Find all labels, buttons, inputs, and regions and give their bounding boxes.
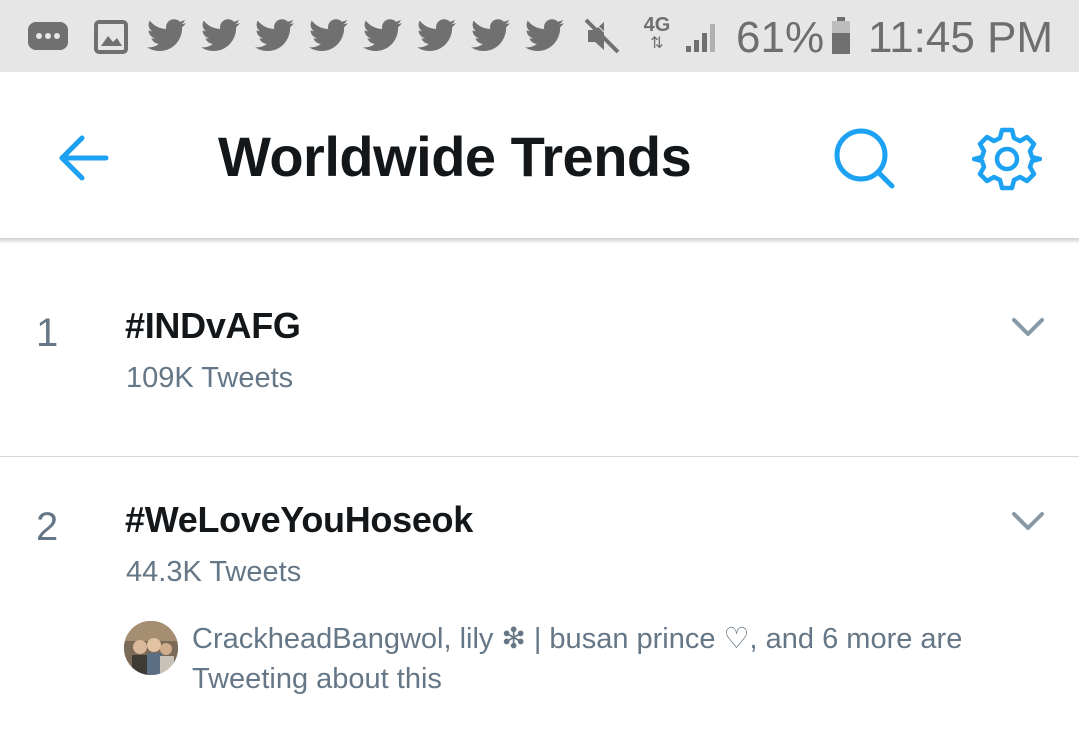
signal-icon bbox=[686, 24, 715, 52]
trend-options-button[interactable] bbox=[1008, 504, 1048, 538]
messages-icon bbox=[28, 22, 68, 50]
back-button[interactable] bbox=[54, 130, 114, 186]
toolbar-shadow bbox=[0, 238, 1079, 244]
clock: 11:45 PM bbox=[868, 13, 1054, 62]
search-button[interactable] bbox=[830, 124, 900, 194]
twitter-icon bbox=[201, 19, 240, 51]
twitter-icon bbox=[147, 19, 186, 51]
twitter-icon bbox=[255, 19, 294, 51]
divider bbox=[0, 456, 1079, 457]
chevron-down-icon bbox=[1012, 512, 1044, 530]
battery-icon bbox=[832, 17, 850, 54]
settings-button[interactable] bbox=[971, 124, 1043, 194]
battery-percent: 61% bbox=[736, 13, 825, 62]
trend-rank: 2 bbox=[36, 505, 59, 549]
network-4g-icon: 4G ⇅ bbox=[643, 14, 671, 52]
search-icon bbox=[834, 128, 895, 189]
twitter-icon bbox=[363, 19, 402, 51]
status-bar: 4G ⇅ 61% 11:45 PM bbox=[0, 0, 1079, 72]
trend-rank: 1 bbox=[36, 311, 59, 355]
twitter-icon bbox=[471, 19, 510, 51]
trend-context: CrackheadBangwol, lily ❇ | busan prince … bbox=[192, 623, 963, 695]
twitter-icon bbox=[309, 19, 348, 51]
page-title: Worldwide Trends bbox=[218, 125, 692, 188]
mute-icon bbox=[584, 16, 622, 54]
trend-options-button[interactable] bbox=[1008, 310, 1048, 344]
gear-icon bbox=[971, 127, 1043, 191]
arrow-left-icon bbox=[59, 135, 109, 181]
chevron-down-icon bbox=[1012, 318, 1044, 336]
trend-name[interactable]: #WeLoveYouHoseok bbox=[125, 499, 473, 541]
trend-tweet-count: 44.3K Tweets bbox=[126, 556, 302, 588]
trend-tweet-count: 109K Tweets bbox=[126, 362, 294, 394]
twitter-icon bbox=[417, 19, 456, 51]
trend-name[interactable]: #INDvAFG bbox=[125, 305, 301, 347]
twitter-icon bbox=[525, 19, 564, 51]
gallery-icon bbox=[94, 20, 128, 54]
avatar bbox=[124, 621, 178, 675]
